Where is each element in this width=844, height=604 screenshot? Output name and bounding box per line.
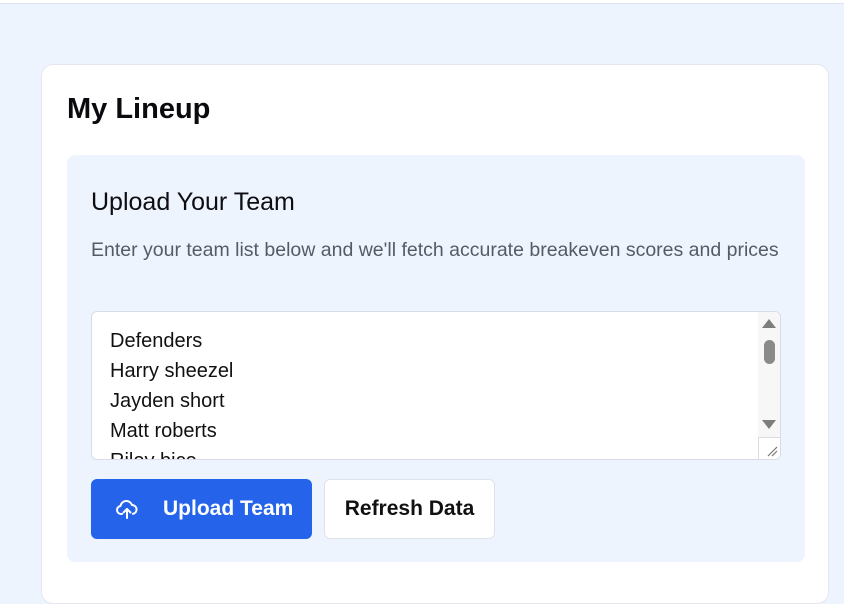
team-list-lines: Defenders Harry sheezel Jayden short Mat… <box>110 326 234 459</box>
team-line: Harry sheezel <box>110 360 234 382</box>
refresh-data-button[interactable]: Refresh Data <box>324 479 495 539</box>
team-list-textarea[interactable]: Defenders Harry sheezel Jayden short Mat… <box>91 311 781 460</box>
scroll-down-arrow-icon[interactable] <box>762 420 776 429</box>
upload-team-button[interactable]: Upload Team <box>91 479 312 539</box>
team-line: Defenders <box>110 330 203 352</box>
panel-description: Enter your team list below and we'll fet… <box>91 239 779 261</box>
upload-team-label: Upload Team <box>163 497 294 520</box>
panel-title: Upload Your Team <box>91 188 295 216</box>
cloud-upload-icon <box>115 497 139 521</box>
scroll-thumb[interactable] <box>764 340 775 364</box>
page-title: My Lineup <box>67 93 211 125</box>
team-line: Matt roberts <box>110 420 217 442</box>
scroll-up-arrow-icon[interactable] <box>762 319 776 328</box>
lineup-card: My Lineup Upload Your Team Enter your te… <box>41 64 829 604</box>
team-line: Jayden short <box>110 390 225 412</box>
team-line: Riley bice <box>110 446 233 459</box>
resize-handle-icon[interactable] <box>758 437 780 459</box>
refresh-data-label: Refresh Data <box>344 497 475 520</box>
top-bar <box>0 0 844 4</box>
upload-team-panel: Upload Your Team Enter your team list be… <box>67 155 805 562</box>
